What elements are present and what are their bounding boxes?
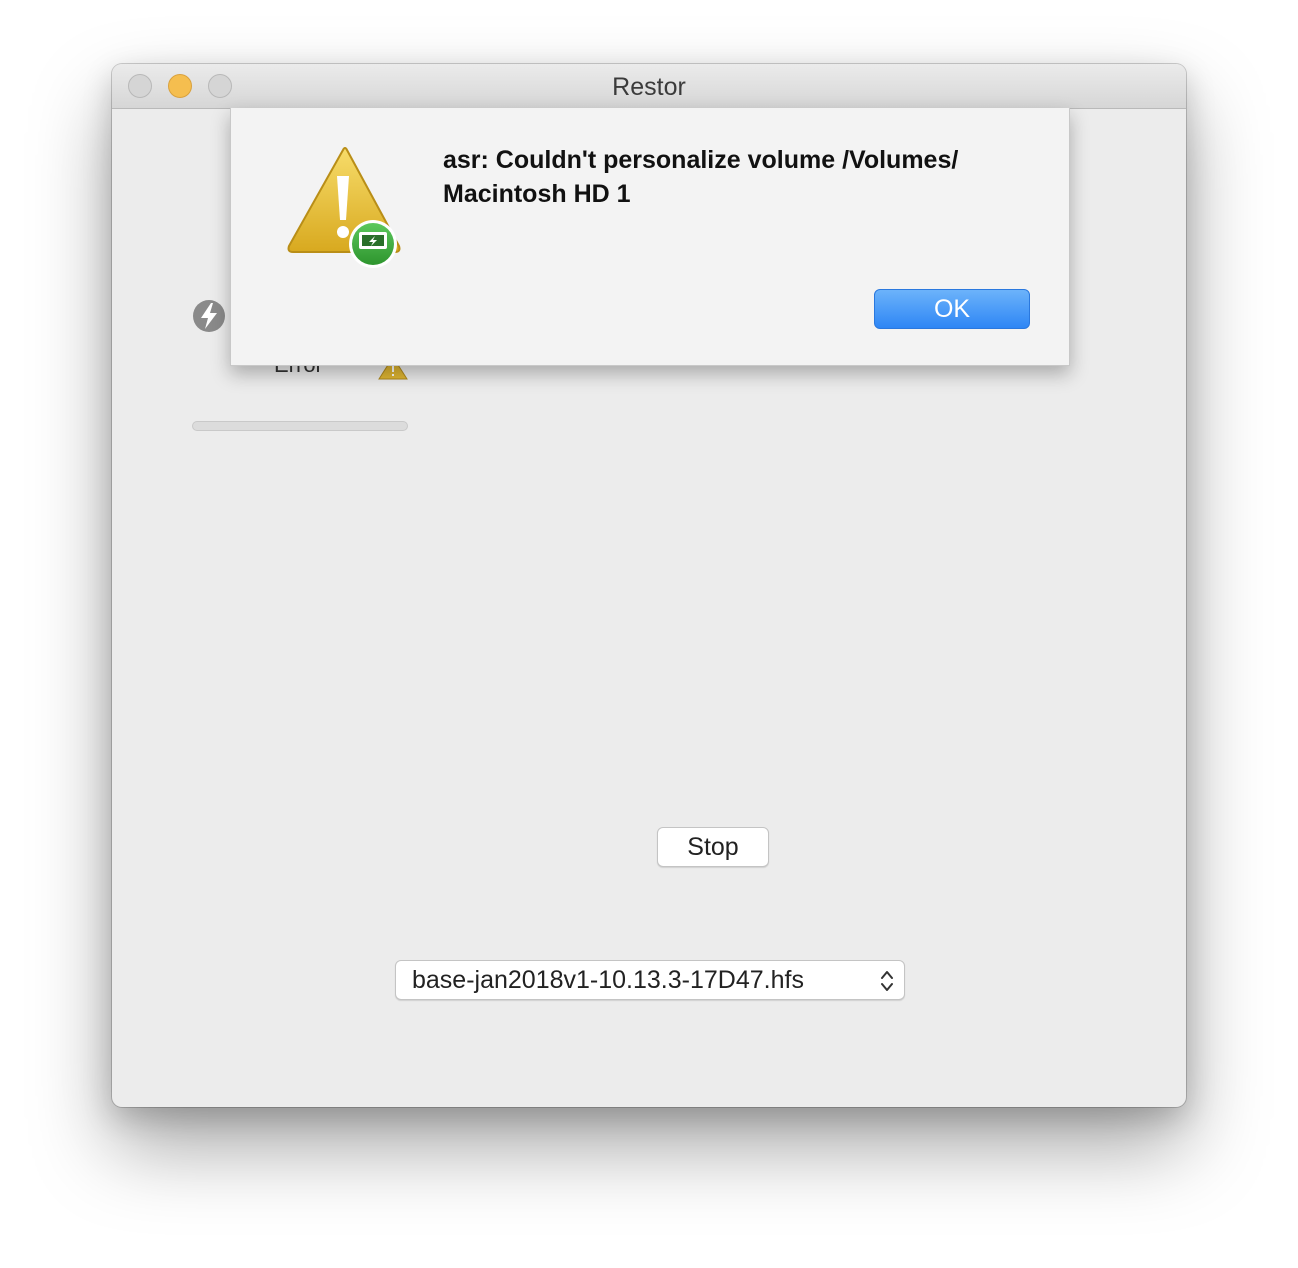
image-select-value: base-jan2018v1-10.13.3-17D47.hfs [412,966,804,994]
window-title: Restor [612,73,686,101]
up-down-chevron-icon [881,971,893,991]
ok-button[interactable]: OK [874,289,1030,329]
bolt-icon [193,300,225,332]
alert-sheet: asr: Couldn't personalize volume /Volume… [230,108,1070,366]
progress-bar [192,421,408,431]
app-window: Restor Error Stop base-jan2018v1-10.13.3… [112,64,1186,1107]
alert-message: asr: Couldn't personalize volume /Volume… [443,146,959,208]
title-bar[interactable]: Restor [112,64,1186,109]
caution-triangle-icon [287,147,401,268]
stop-button[interactable]: Stop [657,827,769,867]
image-select[interactable]: base-jan2018v1-10.13.3-17D47.hfs [395,960,905,1000]
